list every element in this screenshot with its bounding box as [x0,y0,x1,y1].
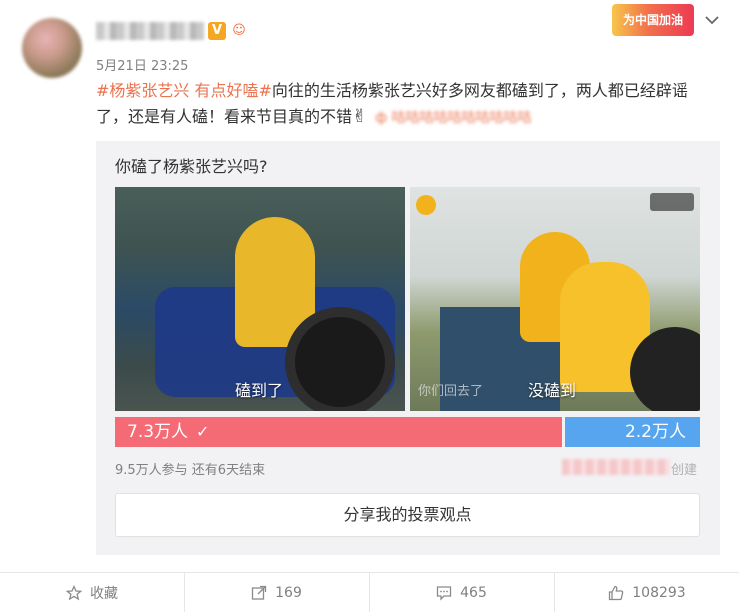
fan-badge-icon[interactable]: ☺ [229,22,249,40]
video-subtitle: 你们回去了 [418,384,484,399]
like-icon [609,585,624,601]
poll-option-a-image[interactable]: 磕到了 [115,187,405,411]
topic-tag[interactable]: #杨紫张艺兴 有点好嗑# [96,81,272,100]
check-icon: ✓ [196,422,210,441]
star-icon [66,585,82,601]
poll-option-b-votes: 2.2万人 [624,422,686,442]
comment-count: 465 [460,585,487,601]
post-timestamp[interactable]: 5月21日 23:25 [96,55,188,74]
campaign-banner[interactable]: 为中国加油 [612,4,694,36]
like-count: 108293 [632,585,686,601]
share-icon [251,585,267,600]
favorite-button[interactable]: 收藏 [0,573,184,612]
tv-logo-icon [416,195,436,215]
poll-bar-option-a[interactable]: 7.3万人 ✓ [115,417,562,447]
wheel-shape [285,307,395,411]
victory-emoji-icon: ✌ [352,106,368,127]
favorite-label: 收藏 [90,586,118,602]
action-bar: 收藏 169 465 108293 [0,572,739,612]
post-body: #杨紫张艺兴 有点好嗑#向往的生活杨紫张艺兴好多网友都磕到了，两人都已经辟谣了，… [96,78,716,131]
avatar[interactable] [22,18,82,78]
like-button[interactable]: 108293 [554,573,739,612]
poll-result-bar: 7.3万人 ✓ 2.2万人 [115,417,700,447]
poll-option-a-votes: 7.3万人 [127,422,189,442]
chevron-down-icon[interactable] [704,12,720,28]
poll-creator-suffix: 创建 [671,463,698,478]
poll-creator[interactable] [562,459,670,475]
vip-badge[interactable]: V [208,22,226,40]
poll-card: 你磕了杨紫张艺兴吗? 磕到了 你们回去了 没磕到 7.3万人 ✓ 2.2万人 9.… [96,141,720,555]
post-link[interactable]: ф 咕咕咕咕咕咕咕咕咕咕 [375,105,531,131]
username[interactable] [96,22,204,40]
poll-option-b-image[interactable]: 你们回去了 没磕到 [410,187,700,411]
repost-button[interactable]: 169 [184,573,368,612]
poll-option-b-label: 没磕到 [528,381,577,400]
poll-meta: 9.5万人参与 还有6天结束 [115,463,266,478]
comment-button[interactable]: 465 [369,573,553,612]
poll-option-a-label: 磕到了 [235,381,284,400]
poll-bar-option-b[interactable]: 2.2万人 [565,417,700,447]
poll-question: 你磕了杨紫张艺兴吗? [115,157,268,176]
repost-count: 169 [275,585,302,601]
share-vote-button[interactable]: 分享我的投票观点 [115,493,700,537]
tv-tag [650,193,694,211]
comment-icon [436,586,452,601]
